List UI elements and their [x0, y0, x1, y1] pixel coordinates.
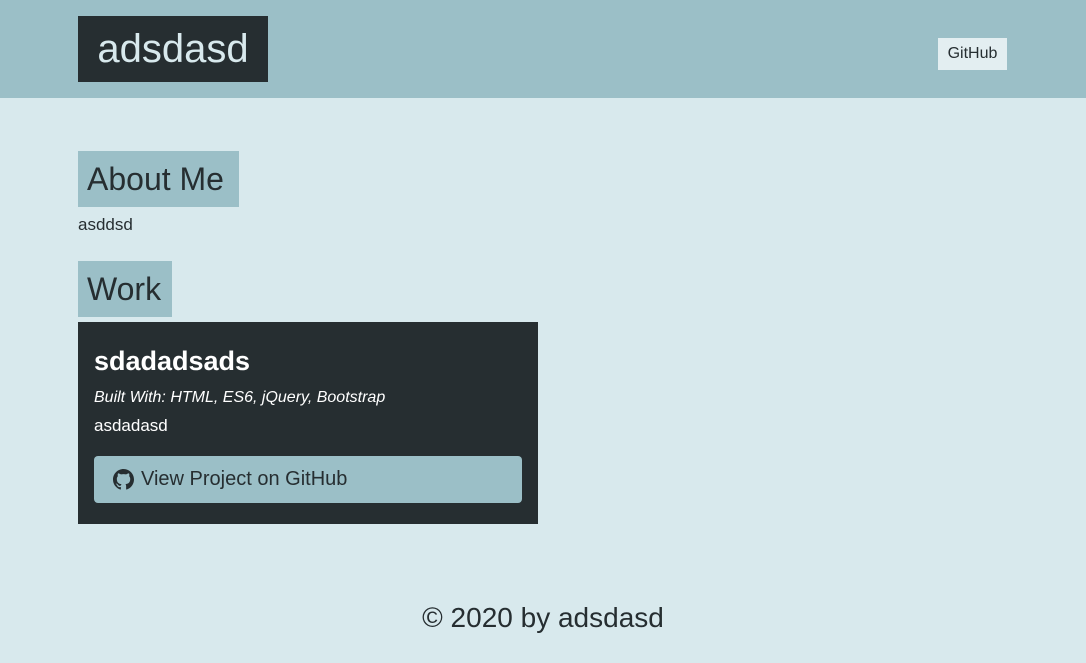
site-header: adsdasd GitHub — [0, 0, 1086, 98]
about-text: asddsd — [78, 215, 133, 234]
github-icon — [113, 469, 134, 490]
project-card: sdadadsads Built With: HTML, ES6, jQuery… — [78, 322, 538, 524]
nav-github-link[interactable]: GitHub — [938, 38, 1007, 70]
project-title: sdadadsads — [94, 346, 251, 376]
view-project-button[interactable]: View Project on GitHub — [94, 456, 522, 503]
site-brand[interactable]: adsdasd — [78, 16, 268, 82]
view-project-label: View Project on GitHub — [141, 468, 348, 490]
footer-copyright: © 2020 by adsdasd — [422, 602, 664, 633]
project-description: asdadasd — [94, 416, 168, 435]
about-heading: About Me — [78, 151, 239, 207]
work-heading: Work — [78, 261, 172, 317]
project-built-with: Built With: HTML, ES6, jQuery, Bootstrap — [94, 389, 386, 406]
